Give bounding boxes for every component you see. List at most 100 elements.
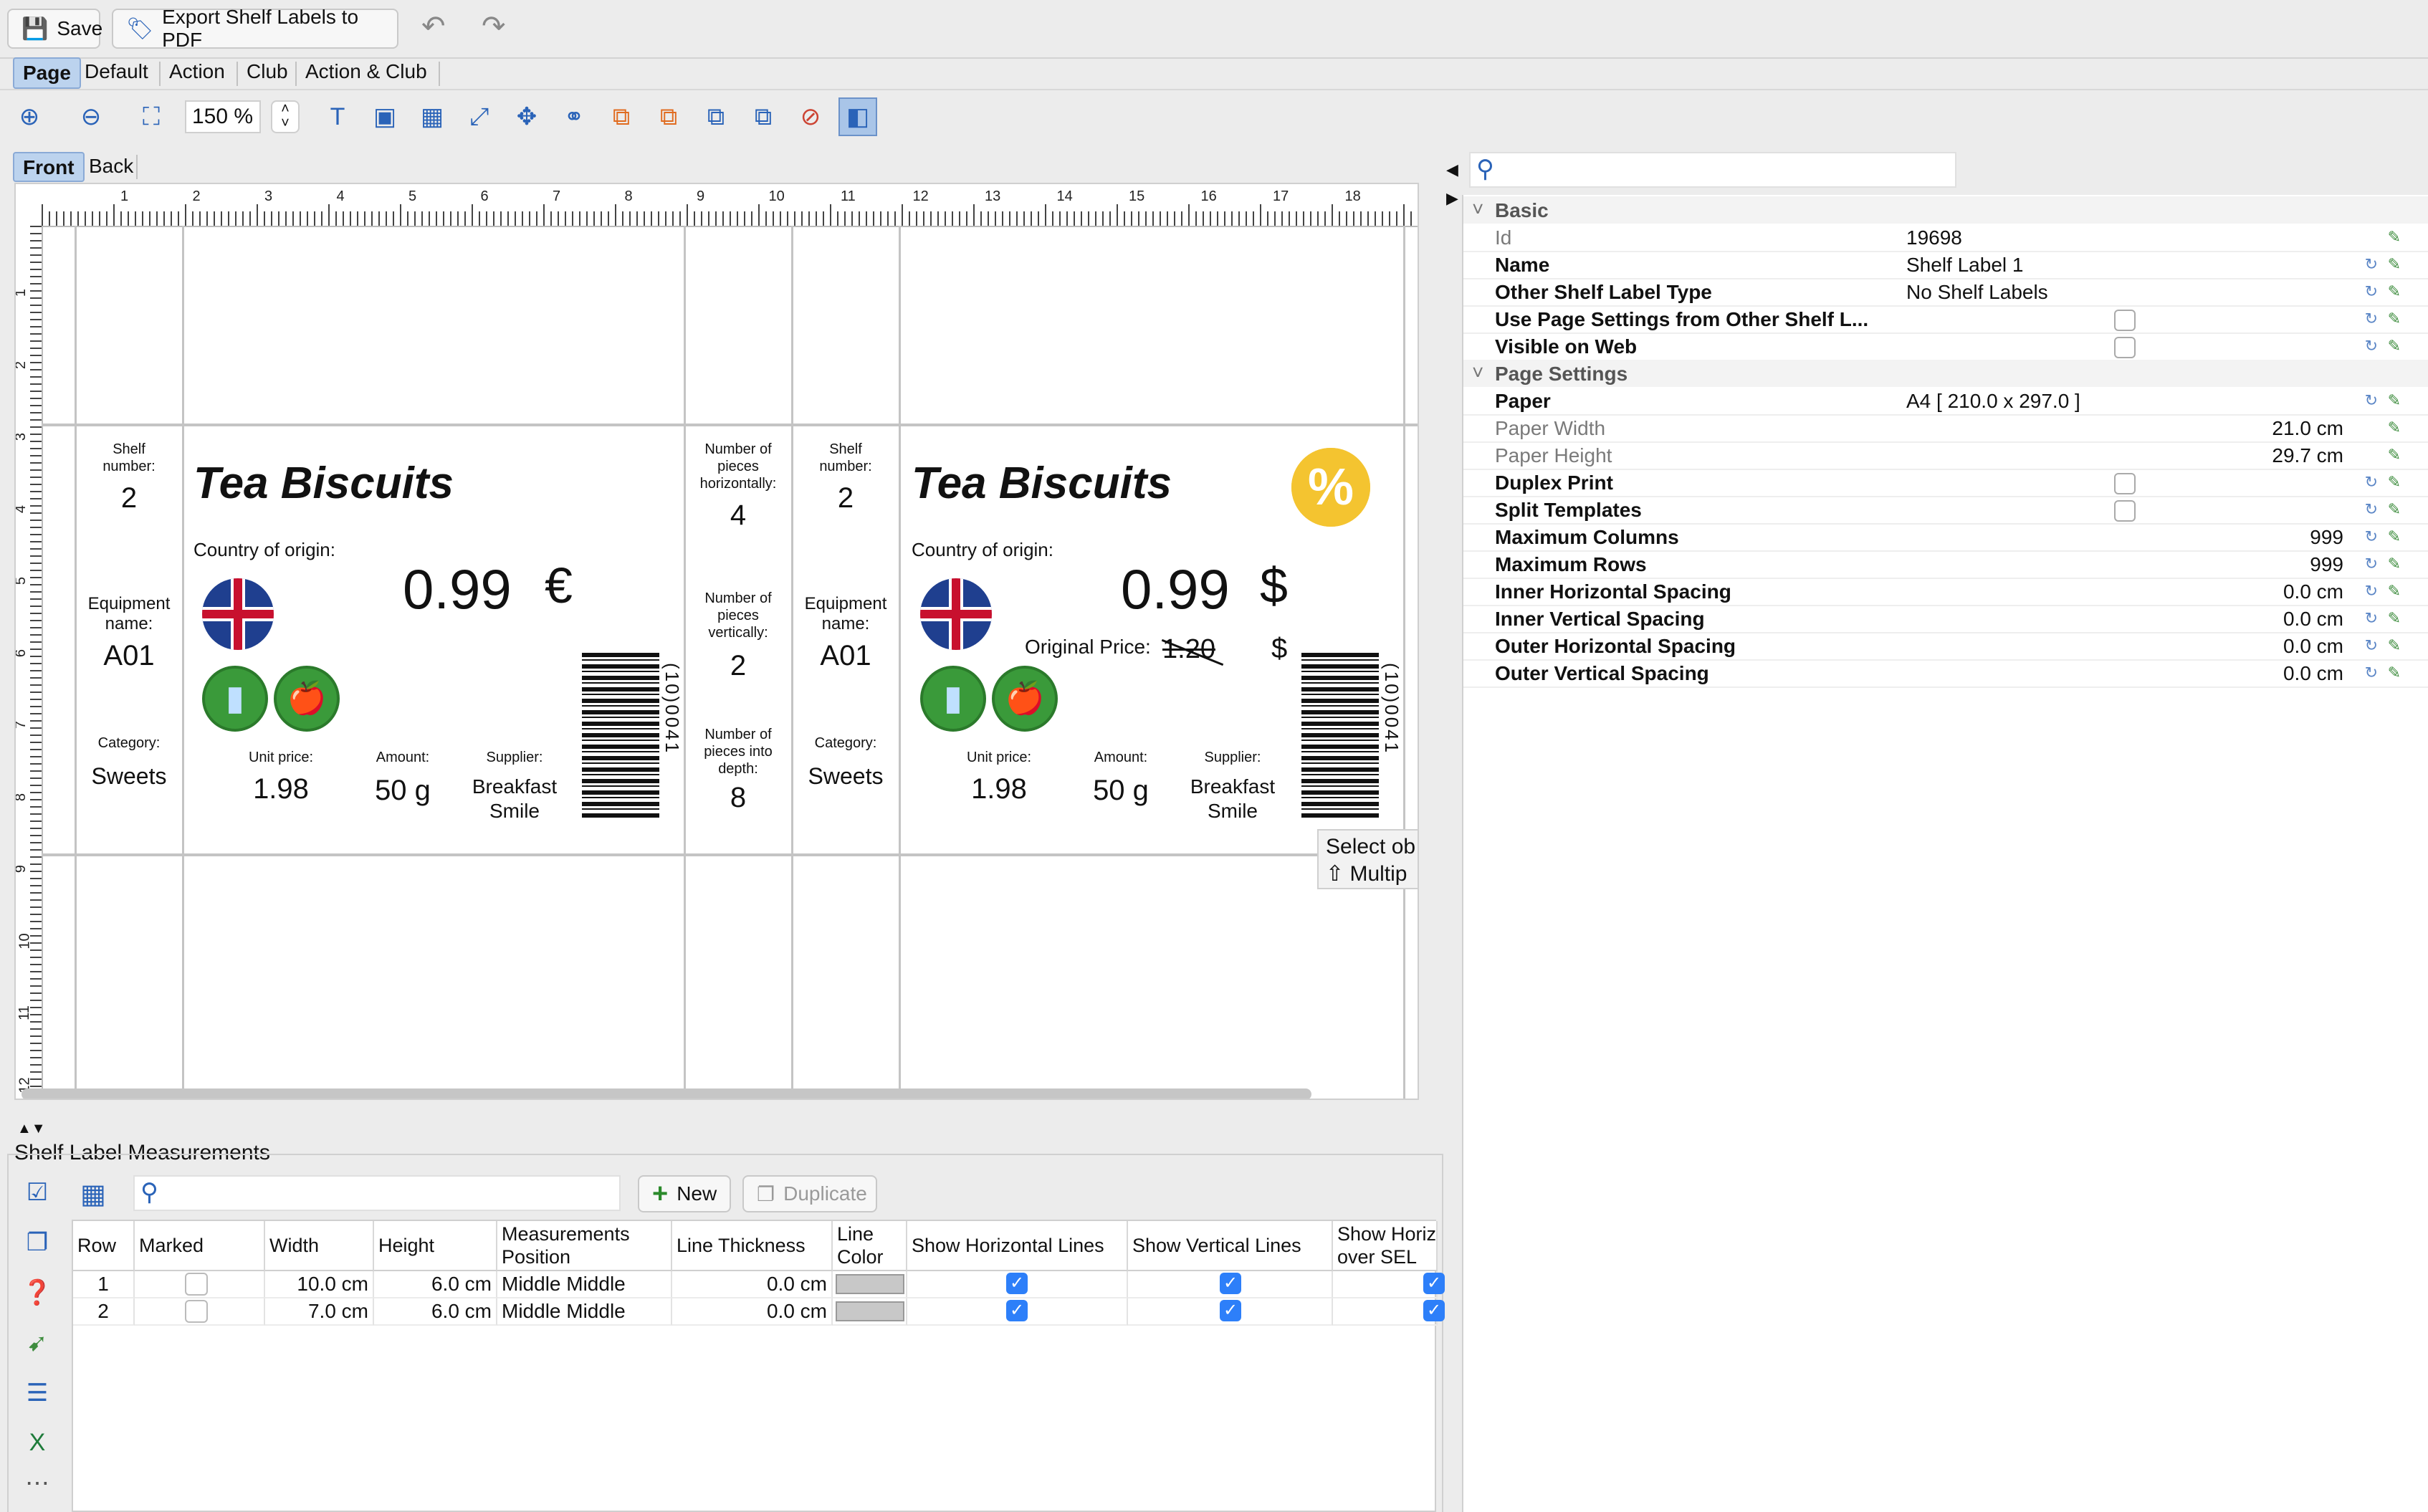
- fit-page-icon[interactable]: ⛶: [132, 97, 171, 136]
- checkbox[interactable]: [185, 1300, 208, 1323]
- edit-icon[interactable]: ✎: [2388, 582, 2401, 601]
- col-header-line-thickness[interactable]: Line Thickness: [672, 1221, 833, 1271]
- link-tool-icon[interactable]: ⚭: [555, 97, 593, 136]
- edit-icon[interactable]: ✎: [2388, 555, 2401, 573]
- resize-tool-icon[interactable]: ⤢: [460, 97, 499, 136]
- bring-to-front-icon[interactable]: ⧉: [697, 97, 735, 136]
- prop-outer-v-spacing[interactable]: Outer Vertical Spacing 0.0 cm ↻ ✎: [1463, 659, 2428, 688]
- cell-height[interactable]: 6.0 cm: [374, 1271, 497, 1298]
- excel-icon[interactable]: X: [21, 1429, 53, 1460]
- cursor-icon[interactable]: ➹: [21, 1329, 53, 1360]
- checkbox-checked[interactable]: ✓: [1006, 1300, 1028, 1321]
- cell-marked[interactable]: [135, 1271, 265, 1298]
- cell-show-vertical[interactable]: ✓: [1128, 1271, 1333, 1298]
- prop-inner-h-spacing[interactable]: Inner Horizontal Spacing 0.0 cm ↻ ✎: [1463, 578, 2428, 606]
- col-header-line-color[interactable]: Line Color: [833, 1221, 907, 1271]
- edit-icon[interactable]: ✎: [2388, 391, 2401, 410]
- reset-icon[interactable]: ↻: [2365, 500, 2378, 519]
- prop-split[interactable]: Split Templates ↻ ✎: [1463, 496, 2428, 525]
- reset-icon[interactable]: ↻: [2365, 255, 2378, 274]
- col-header-height[interactable]: Height: [374, 1221, 497, 1271]
- label-canvas[interactable]: 12345678910111213141516171819 1234567891…: [14, 183, 1419, 1100]
- cell-show-horizontal-sel[interactable]: ✓: [1333, 1271, 1445, 1298]
- checkbox[interactable]: [2114, 500, 2136, 522]
- cell-position[interactable]: Middle Middle: [497, 1271, 672, 1298]
- edit-icon[interactable]: ✎: [2388, 527, 2401, 546]
- cell-show-vertical[interactable]: ✓: [1128, 1298, 1333, 1326]
- no-rotate-icon[interactable]: ⊘: [791, 97, 830, 136]
- new-button[interactable]: + New: [638, 1175, 731, 1212]
- collapse-right-icon[interactable]: ▶: [1446, 189, 1458, 208]
- table-settings-icon[interactable]: ▦: [80, 1178, 106, 1210]
- more-icon[interactable]: ⋯: [21, 1469, 53, 1501]
- checkbox-checked[interactable]: ✓: [1423, 1273, 1445, 1294]
- horizontal-scrollbar[interactable]: [21, 1088, 1311, 1099]
- zoom-out-icon[interactable]: ⊖: [72, 97, 110, 136]
- zoom-stepper[interactable]: ˄ ˅: [271, 100, 300, 133]
- edit-icon[interactable]: ✎: [2388, 228, 2401, 247]
- edit-icon[interactable]: ✎: [2388, 418, 2401, 437]
- prop-name[interactable]: Name Shelf Label 1 ↻ ✎: [1463, 251, 2428, 279]
- group-page-settings[interactable]: ˅ Page Settings: [1463, 360, 2428, 387]
- zoom-field[interactable]: 150 %: [185, 100, 261, 133]
- prop-inner-v-spacing[interactable]: Inner Vertical Spacing 0.0 cm ↻ ✎: [1463, 605, 2428, 633]
- edit-icon[interactable]: ✎: [2388, 473, 2401, 492]
- col-header-show-horizontal[interactable]: Show Horizontal Lines: [907, 1221, 1128, 1271]
- image-tool-icon[interactable]: ▣: [365, 97, 404, 136]
- prop-outer-h-spacing[interactable]: Outer Horizontal Spacing 0.0 cm ↻ ✎: [1463, 632, 2428, 661]
- tab-action[interactable]: Action: [161, 57, 234, 89]
- reset-icon[interactable]: ↻: [2365, 636, 2378, 655]
- edit-icon[interactable]: ✎: [2388, 664, 2401, 682]
- reset-icon[interactable]: ↻: [2365, 282, 2378, 301]
- edit-icon[interactable]: ✎: [2388, 500, 2401, 519]
- checkbox-checked[interactable]: ✓: [1423, 1300, 1445, 1321]
- copy-icon[interactable]: ❐: [21, 1228, 53, 1260]
- cell-thickness[interactable]: 0.0 cm: [672, 1298, 833, 1326]
- edit-icon[interactable]: ✎: [2388, 282, 2401, 301]
- cell-row[interactable]: 1: [73, 1271, 135, 1298]
- checkbox[interactable]: [2114, 337, 2136, 358]
- tab-default[interactable]: Default: [76, 57, 157, 89]
- col-header-width[interactable]: Width: [265, 1221, 374, 1271]
- cell-row[interactable]: 2: [73, 1298, 135, 1326]
- cell-width[interactable]: 10.0 cm: [265, 1271, 374, 1298]
- edit-icon[interactable]: ✎: [2388, 609, 2401, 628]
- cell-show-horizontal-sel[interactable]: ✓: [1333, 1298, 1445, 1326]
- select-all-icon[interactable]: ☑: [21, 1178, 53, 1210]
- duplicate-button[interactable]: ❐ Duplicate: [742, 1175, 877, 1212]
- cell-line-color[interactable]: [833, 1298, 907, 1326]
- text-tool-icon[interactable]: T: [318, 97, 357, 136]
- edit-icon[interactable]: ✎: [2388, 337, 2401, 355]
- cell-marked[interactable]: [135, 1298, 265, 1326]
- redo-icon[interactable]: ↷: [482, 10, 506, 43]
- tab-back[interactable]: Back: [80, 152, 142, 183]
- properties-search-input[interactable]: ⚲: [1469, 152, 1956, 188]
- move-tool-icon[interactable]: ✥: [507, 97, 546, 136]
- cell-show-horizontal[interactable]: ✓: [907, 1271, 1128, 1298]
- edit-icon[interactable]: ✎: [2388, 636, 2401, 655]
- color-swatch[interactable]: [836, 1301, 904, 1321]
- list-icon[interactable]: ☰: [21, 1379, 53, 1410]
- cell-position[interactable]: Middle Middle: [497, 1298, 672, 1326]
- send-to-back-icon[interactable]: ⧉: [744, 97, 783, 136]
- prop-max-columns[interactable]: Maximum Columns 999 ↻ ✎: [1463, 523, 2428, 552]
- cell-thickness[interactable]: 0.0 cm: [672, 1271, 833, 1298]
- col-header-show-horizontal-sel[interactable]: Show Horizo over SEL: [1333, 1221, 1438, 1271]
- reset-icon[interactable]: ↻: [2365, 337, 2378, 355]
- edit-icon[interactable]: ✎: [2388, 255, 2401, 274]
- checkbox[interactable]: [185, 1273, 208, 1296]
- measurements-search-input[interactable]: ⚲: [133, 1175, 621, 1211]
- layout-view-icon[interactable]: ◧: [838, 97, 877, 136]
- checkbox-checked[interactable]: ✓: [1006, 1273, 1028, 1294]
- split-down-icon[interactable]: ▲▼: [17, 1121, 46, 1137]
- reset-icon[interactable]: ↻: [2365, 664, 2378, 682]
- group-basic[interactable]: ˅ Basic: [1463, 196, 2428, 224]
- cell-height[interactable]: 6.0 cm: [374, 1298, 497, 1326]
- tab-club[interactable]: Club: [238, 57, 297, 89]
- save-button[interactable]: 💾 Save: [7, 9, 102, 49]
- checkbox-checked[interactable]: ✓: [1220, 1300, 1241, 1321]
- reset-icon[interactable]: ↻: [2365, 609, 2378, 628]
- tab-front[interactable]: Front: [13, 152, 85, 182]
- tab-page[interactable]: Page: [13, 57, 81, 89]
- reset-icon[interactable]: ↻: [2365, 582, 2378, 601]
